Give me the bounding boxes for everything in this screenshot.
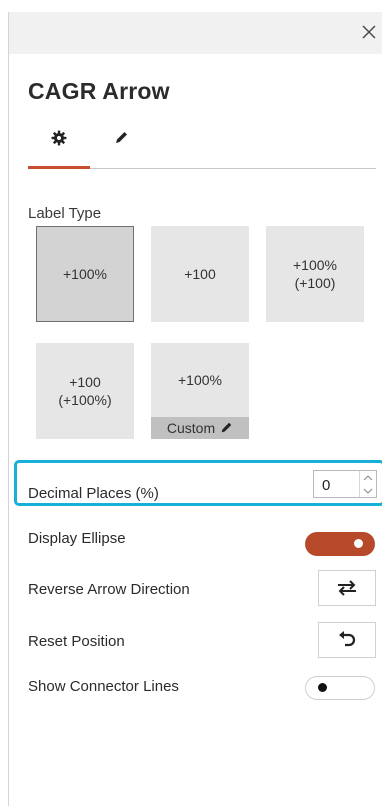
toggle-knob bbox=[354, 539, 363, 548]
stepper-up-button[interactable] bbox=[360, 471, 376, 484]
swap-arrows-icon bbox=[338, 580, 356, 596]
chevron-up-icon bbox=[363, 474, 373, 480]
decimal-places-label: Decimal Places (%) bbox=[28, 485, 159, 502]
tab-settings[interactable] bbox=[28, 120, 90, 168]
option-text: +100% bbox=[293, 257, 337, 273]
label-type-option-percent-absolute[interactable]: +100% (+100) bbox=[266, 226, 364, 322]
pencil-icon bbox=[115, 132, 127, 144]
option-text: +100 bbox=[184, 266, 216, 282]
panel-titlebar bbox=[9, 12, 382, 54]
cagr-arrow-panel: CAGR Arrow Label Type +100% +100 +100% (… bbox=[8, 12, 382, 806]
custom-label-bar[interactable]: Custom bbox=[151, 417, 249, 439]
option-text: +100% bbox=[178, 372, 222, 388]
label-type-option-absolute-percent[interactable]: +100 (+100%) bbox=[36, 343, 134, 439]
decimal-places-stepper[interactable] bbox=[313, 470, 377, 498]
label-type-option-percent[interactable]: +100% bbox=[36, 226, 134, 322]
option-text: +100% bbox=[63, 266, 107, 282]
close-button[interactable] bbox=[357, 20, 381, 44]
panel-title: CAGR Arrow bbox=[28, 78, 170, 104]
chevron-down-icon bbox=[363, 488, 373, 494]
reset-position-button[interactable] bbox=[318, 622, 376, 658]
undo-icon bbox=[339, 631, 356, 647]
pencil-icon bbox=[221, 422, 232, 433]
reset-position-label: Reset Position bbox=[28, 633, 125, 650]
option-text: +100 bbox=[69, 374, 101, 390]
connector-lines-toggle[interactable] bbox=[305, 676, 375, 700]
decimal-places-input[interactable] bbox=[320, 476, 360, 495]
close-icon bbox=[362, 25, 376, 39]
active-tab-indicator bbox=[28, 166, 90, 169]
display-ellipse-label: Display Ellipse bbox=[28, 530, 126, 547]
label-type-option-custom[interactable]: +100% Custom bbox=[151, 343, 249, 439]
panel-tabs bbox=[28, 120, 376, 170]
gear-icon bbox=[51, 130, 67, 146]
toggle-knob bbox=[318, 683, 327, 692]
option-subtext: (+100) bbox=[294, 275, 336, 291]
stepper-arrows bbox=[359, 471, 376, 497]
tab-edit[interactable] bbox=[90, 120, 152, 168]
label-type-heading: Label Type bbox=[28, 205, 102, 222]
custom-label: Custom bbox=[166, 420, 216, 436]
reverse-arrow-label: Reverse Arrow Direction bbox=[28, 581, 190, 598]
label-type-option-absolute[interactable]: +100 bbox=[151, 226, 249, 322]
connector-lines-label: Show Connector Lines bbox=[28, 678, 179, 695]
stepper-down-button[interactable] bbox=[360, 484, 376, 497]
display-ellipse-toggle[interactable] bbox=[305, 532, 375, 556]
reverse-arrow-button[interactable] bbox=[318, 570, 376, 606]
option-subtext: (+100%) bbox=[58, 392, 112, 408]
